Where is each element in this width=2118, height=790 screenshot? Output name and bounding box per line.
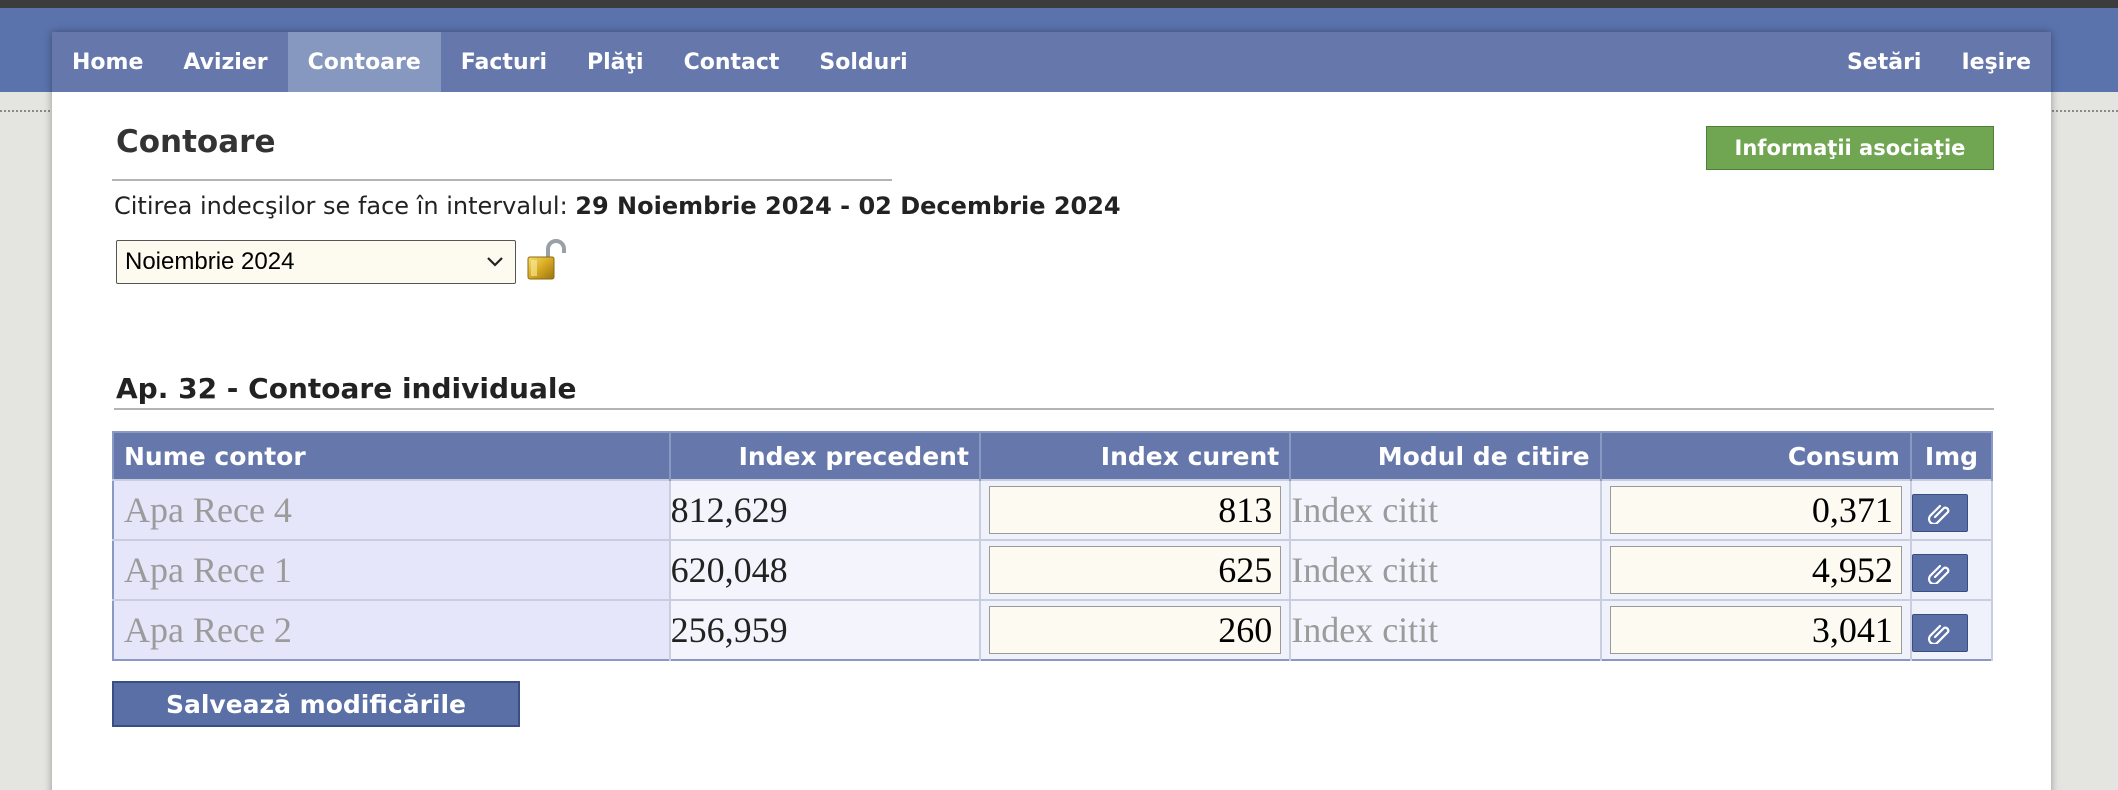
col-header-name: Nume contor <box>113 432 671 480</box>
current-index-input[interactable]: 813 <box>988 486 1282 534</box>
title-divider <box>112 179 892 181</box>
reading-mode: Index citit <box>1290 599 1602 660</box>
table-header-row: Nume contor Index precedent Index curent… <box>113 432 1994 480</box>
period-select-value: Noiembrie 2024 <box>125 248 295 275</box>
meter-name: Apa Rece 2 <box>113 599 671 660</box>
table-row: Apa Rece 1 620,048 625 Index citit 4,952 <box>113 539 1994 600</box>
section-divider <box>114 408 1994 410</box>
window-top-strip <box>0 0 2118 8</box>
page-title: Contoare <box>116 124 276 160</box>
reading-mode: Index citit <box>1290 539 1602 600</box>
col-header-mode: Modul de citire <box>1290 432 1602 480</box>
col-header-consumption: Consum <box>1600 432 1912 480</box>
meter-name: Apa Rece 4 <box>113 479 671 540</box>
consumption-input[interactable]: 4,952 <box>1609 546 1902 594</box>
nav-setari[interactable]: Setări <box>1827 32 1942 92</box>
consumption-input[interactable]: 3,041 <box>1609 606 1902 654</box>
nav-contoare[interactable]: Contoare <box>287 32 441 92</box>
main-nav: Home Avizier Contoare Facturi Plăţi Cont… <box>52 32 2051 92</box>
reading-interval-label: Citirea indecşilor se face în intervalul… <box>114 192 576 220</box>
period-select[interactable]: Noiembrie 2024 <box>116 240 516 284</box>
reading-interval-range: 29 Noiembrie 2024 - 02 Decembrie 2024 <box>575 192 1121 220</box>
paperclip-icon <box>1927 504 1950 524</box>
previous-index: 256,959 <box>669 599 981 660</box>
association-info-button[interactable]: Informaţii asociaţie <box>1706 126 1994 170</box>
nav-home[interactable]: Home <box>52 32 163 92</box>
section-title: Ap. 32 - Contoare individuale <box>116 372 577 405</box>
attach-image-button[interactable] <box>1911 613 1968 652</box>
attach-image-button[interactable] <box>1911 493 1968 532</box>
nav-right-group: Setări Ieşire <box>1827 32 2051 92</box>
current-index-input[interactable]: 625 <box>988 546 1282 594</box>
attach-image-button[interactable] <box>1911 553 1968 592</box>
nav-facturi[interactable]: Facturi <box>441 32 567 92</box>
col-header-img: Img <box>1910 432 1994 480</box>
previous-index: 812,629 <box>669 479 981 540</box>
reading-mode: Index citit <box>1290 479 1602 540</box>
consumption-input[interactable]: 0,371 <box>1609 486 1902 534</box>
table-row: Apa Rece 2 256,959 260 Index citit 3,041 <box>113 599 1994 660</box>
chevron-down-icon <box>487 257 503 267</box>
previous-index: 620,048 <box>669 539 981 600</box>
nav-contact[interactable]: Contact <box>664 32 800 92</box>
meter-name: Apa Rece 1 <box>113 539 671 600</box>
col-header-current: Index curent <box>979 432 1292 480</box>
main-panel: Home Avizier Contoare Facturi Plăţi Cont… <box>52 32 2051 790</box>
table-row: Apa Rece 4 812,629 813 Index citit 0,371 <box>113 479 1994 540</box>
save-changes-button[interactable]: Salvează modificările <box>112 681 520 727</box>
unlocked-padlock-icon <box>527 239 566 280</box>
reading-interval: Citirea indecşilor se face în intervalul… <box>114 192 1121 220</box>
meters-table: Nume contor Index precedent Index curent… <box>112 431 1994 661</box>
current-index-input[interactable]: 260 <box>988 606 1282 654</box>
paperclip-icon <box>1927 564 1950 584</box>
nav-plati[interactable]: Plăţi <box>567 32 664 92</box>
nav-avizier[interactable]: Avizier <box>163 32 287 92</box>
paperclip-icon <box>1927 624 1950 644</box>
nav-solduri[interactable]: Solduri <box>799 32 927 92</box>
col-header-prev: Index precedent <box>669 432 981 480</box>
nav-iesire[interactable]: Ieşire <box>1941 32 2051 92</box>
